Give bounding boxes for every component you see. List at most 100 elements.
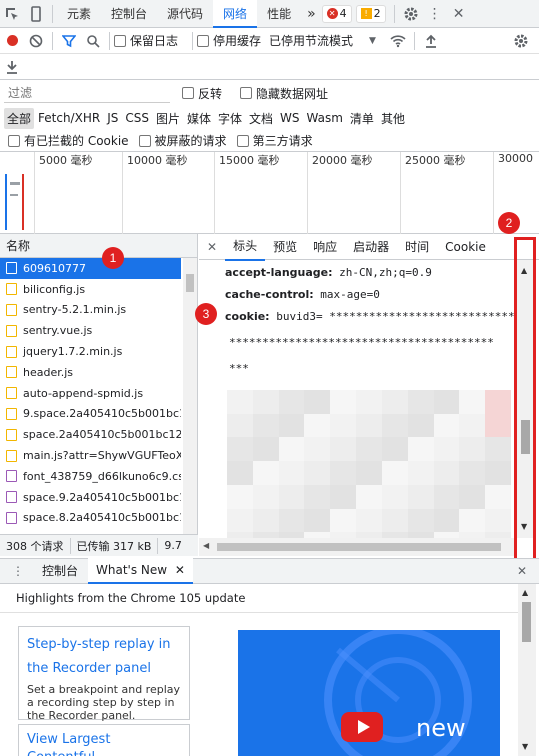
drawer-vertical-scrollbar[interactable]: ▲ ▼ — [518, 584, 536, 756]
network-toolbar: 保留日志 停用缓存 已停用节流模式 ▼ — [0, 28, 539, 54]
feature-link[interactable]: View Largest Contentful — [27, 731, 181, 756]
tab-console[interactable]: 控制台 — [101, 0, 157, 28]
toolbar-divider — [52, 4, 53, 23]
blocked-requests-checkbox[interactable] — [138, 134, 151, 147]
third-party-checkbox[interactable] — [236, 134, 249, 147]
timeline-tick: 25000 毫秒 — [400, 152, 466, 234]
request-row[interactable]: auto-append-spmid.js — [0, 383, 181, 404]
filter-icon[interactable] — [57, 27, 81, 55]
name-column-header[interactable]: 名称 — [0, 234, 197, 258]
feature-link[interactable]: Step-by-step replay in — [27, 633, 181, 657]
type-filter-manifest[interactable]: 清单 — [347, 108, 377, 129]
request-row[interactable]: 9.space.2a405410c5b001bc12 — [0, 404, 181, 425]
close-drawer-icon[interactable]: ✕ — [505, 564, 539, 578]
drawer-tab-console[interactable]: 控制台 — [32, 558, 88, 584]
mosaic-cell — [381, 484, 408, 509]
close-details-icon[interactable]: ✕ — [199, 234, 225, 260]
tab-cookies[interactable]: Cookie — [437, 234, 494, 260]
request-row[interactable]: jquery1.7.2.min.js — [0, 341, 181, 362]
type-filter-css[interactable]: CSS — [122, 109, 152, 127]
mosaic-cell — [356, 461, 382, 485]
import-har-icon[interactable] — [419, 27, 443, 55]
type-filter-wasm[interactable]: Wasm — [304, 109, 346, 127]
feature-card-lcp[interactable]: View Largest Contentful — [18, 724, 190, 756]
hide-data-urls-checkbox[interactable] — [240, 87, 253, 99]
header-cache-control: cache-control: max-age=0 — [225, 288, 380, 301]
network-conditions-icon[interactable] — [386, 27, 410, 55]
request-list-scrollbar[interactable] — [183, 258, 197, 534]
drawer-tab-whats-new[interactable]: What's New ✕ — [88, 558, 193, 584]
kebab-menu-icon[interactable]: ⋮ — [423, 0, 447, 28]
request-row[interactable]: font_438759_d66lkuno6c9.css — [0, 466, 181, 487]
device-toolbar-icon[interactable] — [24, 0, 48, 28]
mosaic-cell — [252, 437, 279, 462]
request-row[interactable]: sentry.vue.js — [0, 320, 181, 341]
tab-network[interactable]: 网络 — [213, 0, 258, 28]
mosaic-cell — [227, 508, 253, 533]
tab-preview[interactable]: 预览 — [265, 234, 305, 260]
youtube-play-icon[interactable] — [341, 712, 383, 742]
mosaic-cell — [304, 508, 331, 533]
request-row[interactable]: sentry-5.2.1.min.js — [0, 300, 181, 321]
feature-link[interactable]: the Recorder panel — [27, 657, 181, 681]
search-icon[interactable] — [81, 27, 105, 55]
type-filter-img[interactable]: 图片 — [153, 108, 183, 129]
error-icon: ✕ — [326, 8, 338, 19]
tab-initiator[interactable]: 启动器 — [345, 234, 397, 260]
mosaic-cell — [278, 390, 305, 414]
type-filter-other[interactable]: 其他 — [378, 108, 408, 129]
warning-count-badge[interactable]: ! 2 — [355, 4, 386, 23]
tab-sources[interactable]: 源代码 — [157, 0, 213, 28]
type-filter-fetch-xhr[interactable]: Fetch/XHR — [35, 109, 103, 127]
toolbar-divider — [109, 31, 110, 50]
blocked-cookies-label: 有已拦截的 Cookie — [24, 134, 129, 148]
request-row[interactable]: space.2a405410c5b001bc129 — [0, 424, 181, 445]
export-har-icon[interactable] — [0, 53, 24, 81]
close-tab-icon[interactable]: ✕ — [175, 563, 185, 577]
type-filter-doc[interactable]: 文档 — [246, 108, 276, 129]
disable-cache-checkbox[interactable] — [197, 34, 210, 47]
request-row[interactable]: space.8.2a405410c5b001bc12 — [0, 508, 181, 529]
tab-headers[interactable]: 标头 — [225, 233, 266, 261]
filter-input[interactable] — [4, 83, 170, 103]
type-filter-js[interactable]: JS — [104, 109, 121, 127]
tab-performance[interactable]: 性能 — [257, 0, 301, 28]
request-row[interactable]: biliconfig.js — [0, 279, 181, 300]
invert-checkbox[interactable] — [182, 87, 194, 99]
request-row[interactable]: header.js — [0, 362, 181, 383]
chrome-video-thumbnail[interactable]: new — [238, 630, 500, 756]
timeline-overview[interactable]: 5000 毫秒 10000 毫秒 15000 毫秒 20000 毫秒 25000… — [0, 152, 539, 234]
tab-response[interactable]: 响应 — [305, 234, 345, 260]
request-row[interactable]: space.9.2a405410c5b001bc12 — [0, 487, 181, 508]
mosaic-cell — [278, 508, 305, 533]
header-accept-language: accept-language: zh-CN,zh;q=0.9 — [225, 266, 432, 279]
preserve-log-checkbox[interactable] — [114, 34, 126, 47]
tab-timing[interactable]: 时间 — [397, 234, 437, 260]
inspect-element-icon[interactable] — [0, 0, 24, 28]
chevron-down-icon[interactable]: ▼ — [369, 36, 376, 46]
mosaic-cell — [356, 413, 382, 438]
type-filter-all[interactable]: 全部 — [4, 107, 35, 129]
gear-icon[interactable] — [399, 0, 423, 28]
feature-card-recorder[interactable]: Step-by-step replay in the Recorder pane… — [18, 626, 190, 722]
network-settings-gear-icon[interactable] — [509, 27, 533, 55]
type-filter-ws[interactable]: WS — [277, 109, 302, 127]
feature-description: Set a breakpoint and replay a recording … — [27, 683, 181, 722]
mosaic-cell — [227, 437, 253, 462]
clear-icon[interactable] — [24, 27, 48, 55]
blocked-cookies-checkbox[interactable] — [8, 134, 20, 147]
mosaic-cell — [252, 508, 279, 533]
mosaic-cell — [433, 390, 460, 414]
request-row[interactable]: 609610777 — [0, 258, 181, 279]
tab-elements[interactable]: 元素 — [57, 0, 101, 28]
type-filter-media[interactable]: 媒体 — [184, 108, 214, 129]
error-count-badge[interactable]: ✕ 4 — [321, 4, 352, 23]
close-devtools-icon[interactable]: ✕ — [447, 0, 471, 28]
drawer-menu-icon[interactable]: ⋮ — [0, 564, 32, 578]
request-row[interactable]: main.js?attr=ShywVGUFTeoX7 — [0, 445, 181, 466]
details-horizontal-scrollbar[interactable]: ◀ — [199, 538, 517, 556]
type-filter-font[interactable]: 字体 — [215, 108, 245, 129]
record-icon[interactable] — [0, 27, 24, 55]
throttling-select[interactable]: 已停用节流模式 — [269, 32, 353, 49]
more-tabs-button[interactable]: » — [301, 0, 322, 28]
